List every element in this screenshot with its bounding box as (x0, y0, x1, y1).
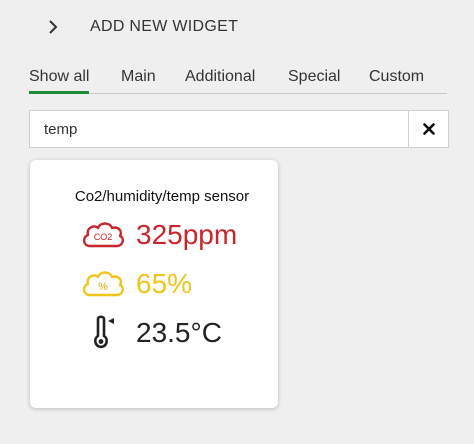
reading-row-humidity: % 65% (80, 266, 192, 302)
reading-row-co2: CO2 325ppm (80, 217, 237, 253)
tab-custom[interactable]: Custom (369, 67, 424, 87)
chevron-right-icon (49, 20, 58, 34)
co2-icon-text: CO2 (94, 232, 113, 242)
tab-show-all[interactable]: Show all (29, 67, 90, 94)
back-button[interactable] (40, 16, 66, 38)
page-title: ADD NEW WIDGET (90, 18, 239, 35)
category-tabs: Show all Main Additional Special Custom (29, 64, 447, 94)
humidity-icon-text: % (98, 281, 108, 293)
humidity-cloud-icon: % (80, 266, 126, 302)
co2-cloud-icon: CO2 (80, 217, 126, 253)
widget-title: Co2/humidity/temp sensor (74, 188, 250, 205)
co2-value: 325ppm (136, 219, 238, 250)
search-input[interactable] (29, 110, 409, 148)
tab-additional[interactable]: Additional (185, 67, 255, 87)
add-widget-panel: ADD NEW WIDGET Show all Main Additional … (0, 0, 474, 444)
panel-header: ADD NEW WIDGET (0, 0, 474, 54)
widget-card-co2-humidity-temp[interactable]: Co2/humidity/temp sensor CO2 325ppm % 65… (30, 160, 278, 408)
close-icon (422, 123, 435, 135)
clear-search-button[interactable] (408, 110, 449, 148)
temperature-value: 23.5°C (136, 317, 222, 348)
humidity-value: 65% (136, 268, 193, 299)
tab-special[interactable]: Special (288, 67, 340, 87)
reading-row-temperature: 23.5°C (80, 315, 222, 351)
tab-main[interactable]: Main (121, 67, 156, 87)
thermometer-icon (80, 315, 126, 351)
